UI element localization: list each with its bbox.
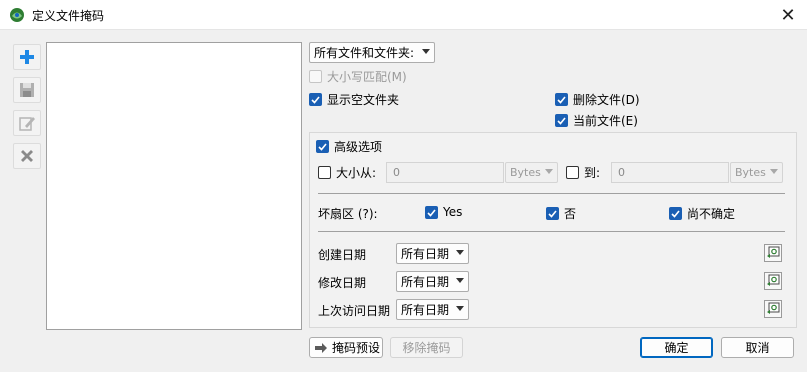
divider	[318, 193, 785, 194]
case-match-checkbox[interactable]: 大小写匹配(M)	[309, 68, 407, 85]
divider	[318, 231, 785, 232]
case-match-label: 大小写匹配(M)	[327, 70, 407, 84]
window-title: 定义文件掩码	[32, 9, 105, 23]
save-icon	[20, 83, 34, 97]
chevron-down-icon	[422, 49, 430, 54]
size-from-unit-value: Bytes	[510, 166, 541, 179]
checkbox-box	[318, 166, 331, 179]
size-from-checkbox[interactable]: 大小从:	[318, 164, 376, 181]
arrow-right-icon	[315, 342, 327, 353]
check-icon	[555, 93, 568, 106]
title-bar: 定义文件掩码 ✕	[0, 0, 807, 30]
file-type-select[interactable]: 所有文件和文件夹:	[309, 42, 435, 63]
plus-icon	[20, 50, 34, 64]
mask-preset-label: 掩码预设	[332, 341, 381, 355]
deleted-files-checkbox[interactable]: 删除文件(D)	[555, 91, 640, 108]
remove-mask-button[interactable]: 移除掩码	[390, 337, 463, 358]
date-picker-icon	[767, 246, 780, 258]
modified-date-value: 所有日期	[401, 275, 450, 289]
advanced-options-label: 高级选项	[334, 140, 383, 154]
chevron-down-icon	[545, 169, 553, 174]
created-date-picker-button[interactable]	[764, 244, 782, 262]
accessed-date-value: 所有日期	[401, 303, 450, 317]
accessed-date-label: 上次访问日期	[318, 304, 391, 318]
size-to-checkbox[interactable]: 到:	[566, 164, 600, 181]
delete-button[interactable]	[13, 143, 41, 169]
current-files-checkbox[interactable]: 当前文件(E)	[555, 112, 638, 129]
size-from-input[interactable]: 0	[386, 162, 504, 183]
created-date-select[interactable]: 所有日期	[396, 243, 469, 264]
bad-sector-label: 坏扇区 (?):	[318, 207, 378, 221]
modified-date-label: 修改日期	[318, 276, 367, 290]
checkbox-box	[566, 166, 579, 179]
size-to-label: 到:	[584, 166, 601, 180]
save-button[interactable]	[13, 77, 41, 103]
mask-list[interactable]	[46, 42, 302, 330]
date-picker-icon	[767, 274, 780, 286]
cancel-button[interactable]: 取消	[721, 337, 794, 358]
bad-sector-unknown-checkbox[interactable]: 尚不确定	[669, 205, 735, 222]
edit-button[interactable]	[13, 110, 41, 136]
add-button[interactable]	[13, 44, 41, 70]
edit-icon	[19, 117, 35, 131]
app-icon	[9, 7, 25, 23]
checkbox-box	[309, 70, 322, 83]
accessed-date-select[interactable]: 所有日期	[396, 299, 469, 320]
chevron-down-icon	[770, 169, 778, 174]
modified-date-select[interactable]: 所有日期	[396, 271, 469, 292]
mask-preset-button[interactable]: 掩码预设	[309, 337, 383, 358]
size-from-label: 大小从:	[336, 166, 377, 180]
show-empty-checkbox[interactable]: 显示空文件夹	[309, 91, 399, 108]
chevron-down-icon	[456, 306, 464, 311]
check-icon	[316, 140, 329, 153]
size-to-input[interactable]: 0	[611, 162, 729, 183]
show-empty-label: 显示空文件夹	[327, 93, 400, 107]
bad-sector-no-label: 否	[564, 207, 577, 221]
accessed-date-picker-button[interactable]	[764, 300, 782, 318]
size-to-unit-select[interactable]: Bytes	[730, 162, 783, 183]
bad-sector-yes-checkbox[interactable]: Yes	[425, 205, 462, 219]
check-icon	[555, 114, 568, 127]
bad-sector-unknown-label: 尚不确定	[687, 207, 736, 221]
current-files-label: 当前文件(E)	[573, 114, 638, 128]
chevron-down-icon	[456, 250, 464, 255]
close-button[interactable]: ✕	[769, 0, 807, 30]
check-icon	[546, 207, 559, 220]
bad-sector-no-checkbox[interactable]: 否	[546, 205, 576, 222]
advanced-options-checkbox[interactable]: 高级选项	[316, 138, 382, 155]
modified-date-picker-button[interactable]	[764, 272, 782, 290]
check-icon	[669, 207, 682, 220]
file-type-select-value: 所有文件和文件夹:	[314, 46, 415, 60]
check-icon	[309, 93, 322, 106]
date-picker-icon	[767, 302, 780, 314]
chevron-down-icon	[456, 278, 464, 283]
size-from-unit-select[interactable]: Bytes	[505, 162, 558, 183]
deleted-files-label: 删除文件(D)	[573, 93, 640, 107]
created-date-value: 所有日期	[401, 247, 450, 261]
bad-sector-yes-label: Yes	[443, 205, 463, 219]
size-to-unit-value: Bytes	[735, 166, 766, 179]
ok-button[interactable]: 确定	[640, 337, 713, 358]
delete-icon	[21, 150, 33, 162]
created-date-label: 创建日期	[318, 248, 367, 262]
check-icon	[425, 205, 438, 219]
